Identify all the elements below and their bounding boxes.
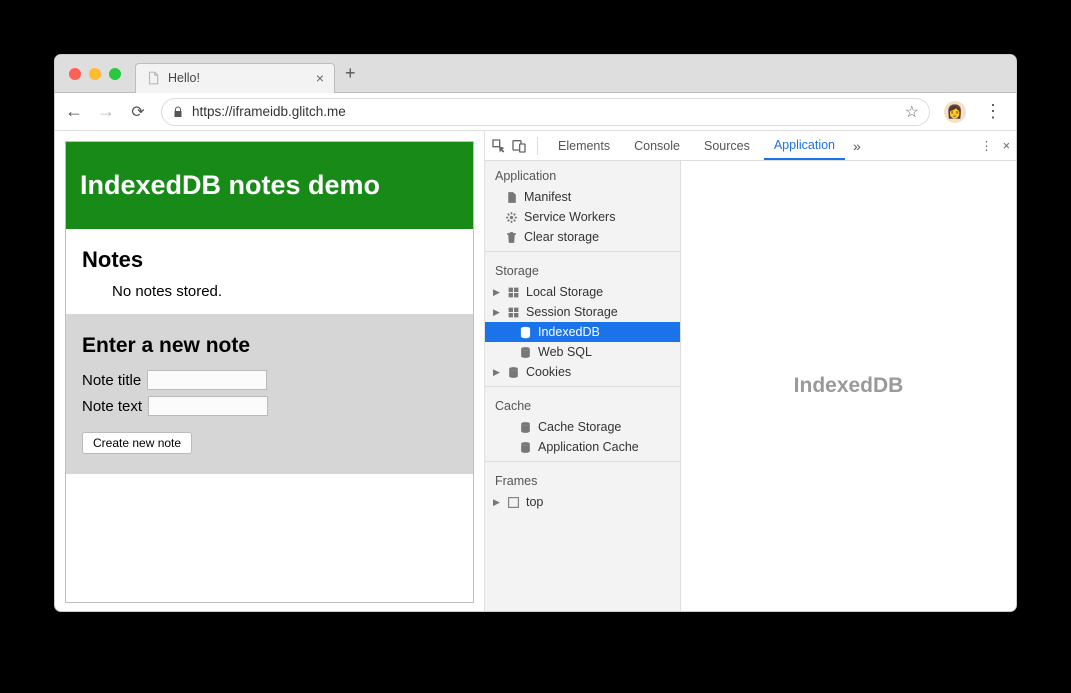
devtools-tab-elements[interactable]: Elements	[548, 131, 620, 160]
profile-avatar[interactable]: 👩	[944, 101, 966, 123]
sidebar-item-cookies[interactable]: ▶ Cookies	[485, 362, 680, 382]
sidebar-group-frames: Frames	[485, 466, 680, 492]
sidebar-item-label: Manifest	[524, 190, 571, 204]
sidebar-item-label: Session Storage	[526, 305, 618, 319]
address-bar[interactable]: https://iframeidb.glitch.me ☆	[161, 98, 930, 126]
grid-icon	[507, 286, 520, 299]
window-controls	[55, 68, 135, 80]
sidebar-item-clear-storage[interactable]: Clear storage	[485, 227, 680, 247]
application-sidebar: Application Manifest Service Workers Cle…	[485, 161, 681, 611]
page-viewport: IndexedDB notes demo Notes No notes stor…	[55, 131, 485, 611]
note-title-input[interactable]	[147, 370, 267, 390]
devtools-main-placeholder: IndexedDB	[681, 161, 1016, 611]
sidebar-item-label: Service Workers	[524, 210, 615, 224]
sidebar-item-application-cache[interactable]: Application Cache	[485, 437, 680, 457]
content-area: IndexedDB notes demo Notes No notes stor…	[55, 131, 1016, 611]
sidebar-item-label: IndexedDB	[538, 325, 600, 339]
browser-menu-button[interactable]: ⋮	[980, 101, 1006, 122]
frame-icon	[507, 496, 520, 509]
sidebar-item-label: Application Cache	[538, 440, 639, 454]
sidebar-item-local-storage[interactable]: ▶ Local Storage	[485, 282, 680, 302]
grid-icon	[507, 306, 520, 319]
sidebar-item-label: Cache Storage	[538, 420, 621, 434]
sidebar-item-label: Cookies	[526, 365, 571, 379]
sidebar-item-manifest[interactable]: Manifest	[485, 187, 680, 207]
database-icon	[507, 366, 520, 379]
database-icon	[519, 421, 532, 434]
sidebar-group-storage: Storage	[485, 256, 680, 282]
devtools-body: Application Manifest Service Workers Cle…	[485, 161, 1016, 611]
page-frame: IndexedDB notes demo Notes No notes stor…	[65, 141, 474, 603]
sidebar-item-label: Clear storage	[524, 230, 599, 244]
devtools-close-button[interactable]: ×	[1003, 139, 1010, 153]
page-title: IndexedDB notes demo	[66, 142, 473, 229]
sidebar-group-application: Application	[485, 161, 680, 187]
expand-triangle-icon[interactable]: ▶	[493, 307, 501, 318]
tab-title: Hello!	[168, 71, 200, 85]
toolbar: ← → ⟳ https://iframeidb.glitch.me ☆ 👩 ⋮	[55, 93, 1016, 131]
devtools-tab-overflow-icon[interactable]: »	[853, 138, 861, 154]
bookmark-star-icon[interactable]: ☆	[905, 102, 919, 122]
devtools-tab-console[interactable]: Console	[624, 131, 690, 160]
devtools-menu-button[interactable]: ⋮	[980, 138, 993, 153]
note-title-label: Note title	[82, 372, 141, 389]
database-icon	[519, 441, 532, 454]
browser-window: Hello! × + ← → ⟳ https://iframeidb.glitc…	[54, 54, 1017, 612]
database-icon	[519, 346, 532, 359]
sidebar-item-top-frame[interactable]: ▶ top	[485, 492, 680, 512]
sidebar-item-web-sql[interactable]: Web SQL	[485, 342, 680, 362]
note-text-input[interactable]	[148, 396, 268, 416]
expand-triangle-icon[interactable]: ▶	[493, 367, 501, 378]
sidebar-item-label: Web SQL	[538, 345, 592, 359]
devtools-tab-sources[interactable]: Sources	[694, 131, 760, 160]
sidebar-item-service-workers[interactable]: Service Workers	[485, 207, 680, 227]
page-icon	[146, 71, 160, 85]
expand-triangle-icon[interactable]: ▶	[493, 287, 501, 298]
create-note-button[interactable]: Create new note	[82, 432, 192, 454]
sidebar-item-label: Local Storage	[526, 285, 603, 299]
gear-icon	[505, 211, 518, 224]
browser-tab[interactable]: Hello! ×	[135, 63, 335, 93]
devtools-tab-application[interactable]: Application	[764, 131, 845, 160]
sidebar-item-cache-storage[interactable]: Cache Storage	[485, 417, 680, 437]
entry-heading: Enter a new note	[82, 334, 457, 358]
inspect-element-icon[interactable]	[491, 138, 507, 154]
trash-icon	[505, 231, 518, 244]
notes-section: Notes No notes stored.	[66, 229, 473, 314]
devtools-panel: Elements Console Sources Application » ⋮…	[485, 131, 1016, 611]
back-button[interactable]: ←	[65, 101, 83, 122]
url-text: https://iframeidb.glitch.me	[192, 104, 897, 119]
forward-button[interactable]: →	[97, 101, 115, 122]
window-minimize-button[interactable]	[89, 68, 101, 80]
entry-section: Enter a new note Note title Note text Cr…	[66, 314, 473, 474]
database-icon	[519, 326, 532, 339]
notes-heading: Notes	[82, 247, 457, 273]
reload-button[interactable]: ⟳	[129, 102, 147, 122]
expand-triangle-icon[interactable]: ▶	[493, 497, 501, 508]
lock-icon	[172, 106, 184, 118]
sidebar-item-session-storage[interactable]: ▶ Session Storage	[485, 302, 680, 322]
note-text-label: Note text	[82, 398, 142, 415]
new-tab-button[interactable]: +	[345, 63, 356, 84]
sidebar-group-cache: Cache	[485, 391, 680, 417]
file-icon	[505, 191, 518, 204]
tab-close-button[interactable]: ×	[316, 70, 324, 86]
no-notes-text: No notes stored.	[82, 283, 457, 300]
devtools-tabstrip: Elements Console Sources Application » ⋮…	[485, 131, 1016, 161]
tab-strip: Hello! × +	[55, 55, 1016, 93]
window-maximize-button[interactable]	[109, 68, 121, 80]
sidebar-item-indexeddb[interactable]: IndexedDB	[485, 322, 680, 342]
device-toggle-icon[interactable]	[511, 138, 527, 154]
window-close-button[interactable]	[69, 68, 81, 80]
sidebar-item-label: top	[526, 495, 543, 509]
